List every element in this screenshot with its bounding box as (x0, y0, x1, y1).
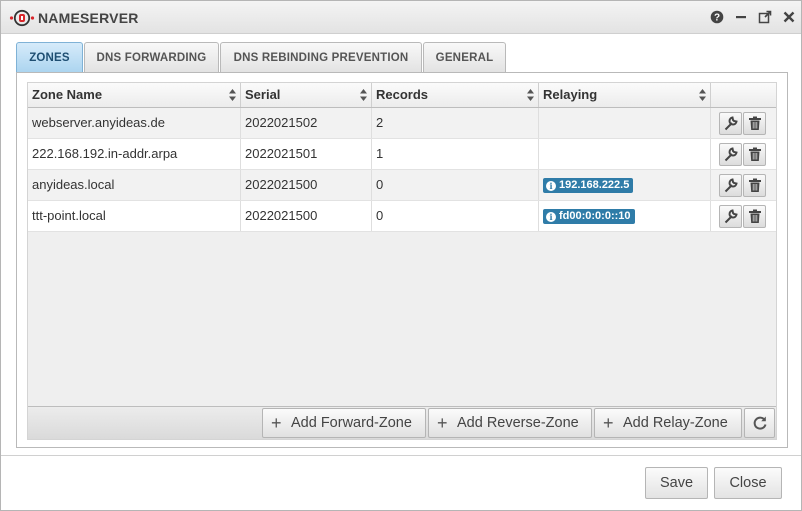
info-icon: i (546, 181, 556, 191)
plus-icon: + (271, 413, 282, 433)
info-icon: i (546, 212, 556, 222)
dialog-button-bar: Save Close (1, 455, 801, 510)
sort-icon (360, 89, 367, 101)
edit-button[interactable] (719, 174, 742, 197)
refresh-icon (753, 416, 767, 430)
relay-address: fd00:0:0:0::10 (559, 210, 631, 222)
plus-icon: + (603, 413, 614, 433)
column-header-zone-name[interactable]: Zone Name (28, 83, 241, 107)
delete-button[interactable] (743, 174, 766, 197)
add-relay-zone-button[interactable]: + Add Relay-Zone (594, 408, 742, 438)
delete-button[interactable] (743, 205, 766, 228)
window-title: NAMESERVER (38, 10, 139, 26)
plus-icon: + (437, 413, 448, 433)
trash-icon (749, 178, 761, 192)
wrench-icon (724, 116, 738, 131)
wrench-icon (724, 209, 738, 224)
app-logo-icon (9, 9, 35, 27)
zone-name-cell: anyideas.local (28, 170, 241, 200)
relaying-cell (539, 139, 711, 169)
tab-dns-forwarding[interactable]: DNS FORWARDING (84, 42, 219, 73)
zone-name-cell: 222.168.192.in-addr.arpa (28, 139, 241, 169)
column-header-relaying[interactable]: Relaying (539, 83, 711, 107)
serial-cell: 2022021500 (241, 201, 372, 231)
column-header-label: Serial (245, 87, 281, 102)
column-header-serial[interactable]: Serial (241, 83, 372, 107)
trash-icon (749, 116, 761, 130)
table-row[interactable]: 222.168.192.in-addr.arpa 2022021501 1 (28, 139, 776, 170)
zones-grid: Zone Name Serial Records Relaying webser… (27, 82, 777, 440)
delete-button[interactable] (743, 112, 766, 135)
wrench-icon (724, 147, 738, 162)
column-header-label: Records (376, 87, 429, 102)
table-row[interactable]: anyideas.local 2022021500 0 i 192.168.222… (28, 170, 776, 201)
add-forward-zone-label: Add Forward-Zone (291, 415, 412, 431)
sort-icon (229, 89, 236, 101)
relaying-cell (539, 108, 711, 138)
help-icon[interactable]: ? (710, 10, 724, 24)
records-cell: 0 (372, 201, 539, 231)
edit-button[interactable] (719, 112, 742, 135)
zone-name-cell: webserver.anyideas.de (28, 108, 241, 138)
grid-toolbar: + Add Forward-Zone + Add Reverse-Zone + … (28, 406, 776, 439)
close-button[interactable]: Close (714, 467, 782, 499)
column-header-actions (711, 83, 776, 107)
records-cell: 1 (372, 139, 539, 169)
tab-general[interactable]: GENERAL (423, 42, 506, 73)
add-forward-zone-button[interactable]: + Add Forward-Zone (262, 408, 426, 438)
records-cell: 0 (372, 170, 539, 200)
table-row[interactable]: ttt-point.local 2022021500 0 i fd00:0:0:0… (28, 201, 776, 232)
zones-panel: Zone Name Serial Records Relaying webser… (16, 72, 788, 448)
trash-icon (749, 209, 761, 223)
add-reverse-zone-button[interactable]: + Add Reverse-Zone (428, 408, 592, 438)
sort-icon (527, 89, 534, 101)
relaying-cell: i 192.168.222.5 (539, 170, 711, 200)
close-icon[interactable] (782, 10, 796, 24)
column-header-records[interactable]: Records (372, 83, 539, 107)
tab-dns-rebinding-prevention[interactable]: DNS REBINDING PREVENTION (220, 42, 422, 73)
column-header-label: Zone Name (32, 87, 103, 102)
edit-button[interactable] (719, 143, 742, 166)
popout-icon[interactable] (758, 10, 772, 24)
relay-address-badge: i 192.168.222.5 (543, 178, 634, 193)
serial-cell: 2022021500 (241, 170, 372, 200)
title-bar[interactable]: NAMESERVER ? (1, 1, 801, 34)
add-reverse-zone-label: Add Reverse-Zone (457, 415, 579, 431)
column-header-label: Relaying (543, 87, 598, 102)
sort-icon (699, 89, 706, 101)
add-relay-zone-label: Add Relay-Zone (623, 415, 728, 431)
svg-text:?: ? (714, 13, 720, 24)
save-button[interactable]: Save (645, 467, 708, 499)
nameserver-dialog: NAMESERVER ? ZONES DNS FORWARDING DNS RE… (0, 0, 802, 511)
serial-cell: 2022021501 (241, 139, 372, 169)
edit-button[interactable] (719, 205, 742, 228)
table-row[interactable]: webserver.anyideas.de 2022021502 2 (28, 108, 776, 139)
records-cell: 2 (372, 108, 539, 138)
minimize-icon[interactable] (734, 10, 748, 24)
serial-cell: 2022021502 (241, 108, 372, 138)
refresh-button[interactable] (744, 408, 775, 438)
relaying-cell: i fd00:0:0:0::10 (539, 201, 711, 231)
grid-header: Zone Name Serial Records Relaying (28, 83, 776, 108)
relay-address-badge: i fd00:0:0:0::10 (543, 209, 635, 224)
tab-zones[interactable]: ZONES (16, 42, 83, 74)
trash-icon (749, 147, 761, 161)
zone-name-cell: ttt-point.local (28, 201, 241, 231)
delete-button[interactable] (743, 143, 766, 166)
wrench-icon (724, 178, 738, 193)
relay-address: 192.168.222.5 (559, 179, 630, 191)
